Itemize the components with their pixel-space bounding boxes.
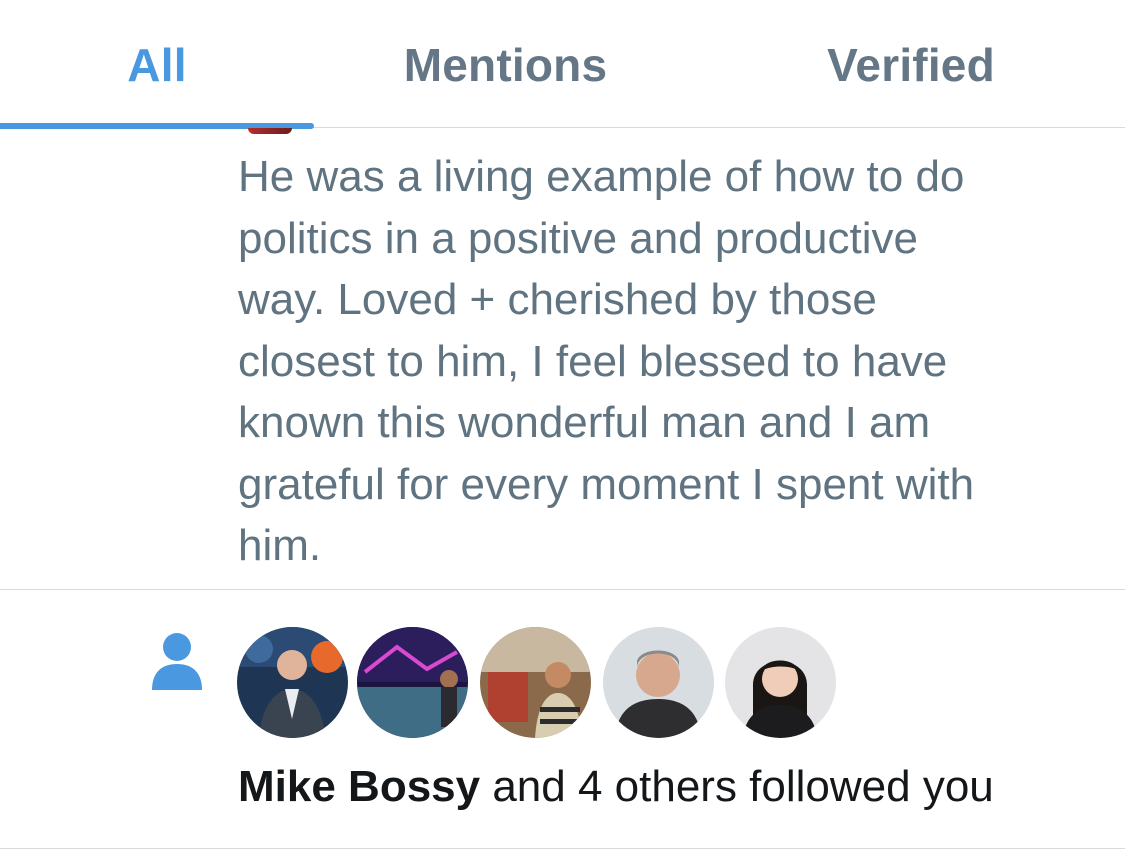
tab-verified[interactable]: Verified: [697, 0, 1125, 128]
follower-avatar[interactable]: [357, 627, 468, 738]
tweet-text[interactable]: He was a living example of how to do pol…: [238, 146, 1098, 577]
tab-mentions-label: Mentions: [403, 39, 608, 91]
follow-notification-text: Mike Bossy and 4 others followed you: [238, 762, 994, 812]
divider: [0, 848, 1125, 849]
notifications-tabs: All Mentions Verified: [0, 0, 1125, 129]
tab-verified-label: Verified: [827, 39, 995, 91]
follow-notification-rest: and 4 others followed you: [480, 762, 994, 811]
tweet-author-avatar[interactable]: [248, 128, 292, 134]
person-icon: [152, 633, 202, 690]
follower-name-link[interactable]: Mike Bossy: [238, 762, 480, 811]
follower-avatar[interactable]: [237, 627, 348, 738]
follower-avatar[interactable]: [725, 627, 836, 738]
tab-mentions[interactable]: Mentions: [314, 0, 697, 128]
follower-avatar[interactable]: [603, 627, 714, 738]
divider: [0, 589, 1125, 590]
tab-all[interactable]: All: [0, 0, 314, 129]
tab-all-label: All: [127, 39, 187, 91]
follower-avatar[interactable]: [480, 627, 591, 738]
